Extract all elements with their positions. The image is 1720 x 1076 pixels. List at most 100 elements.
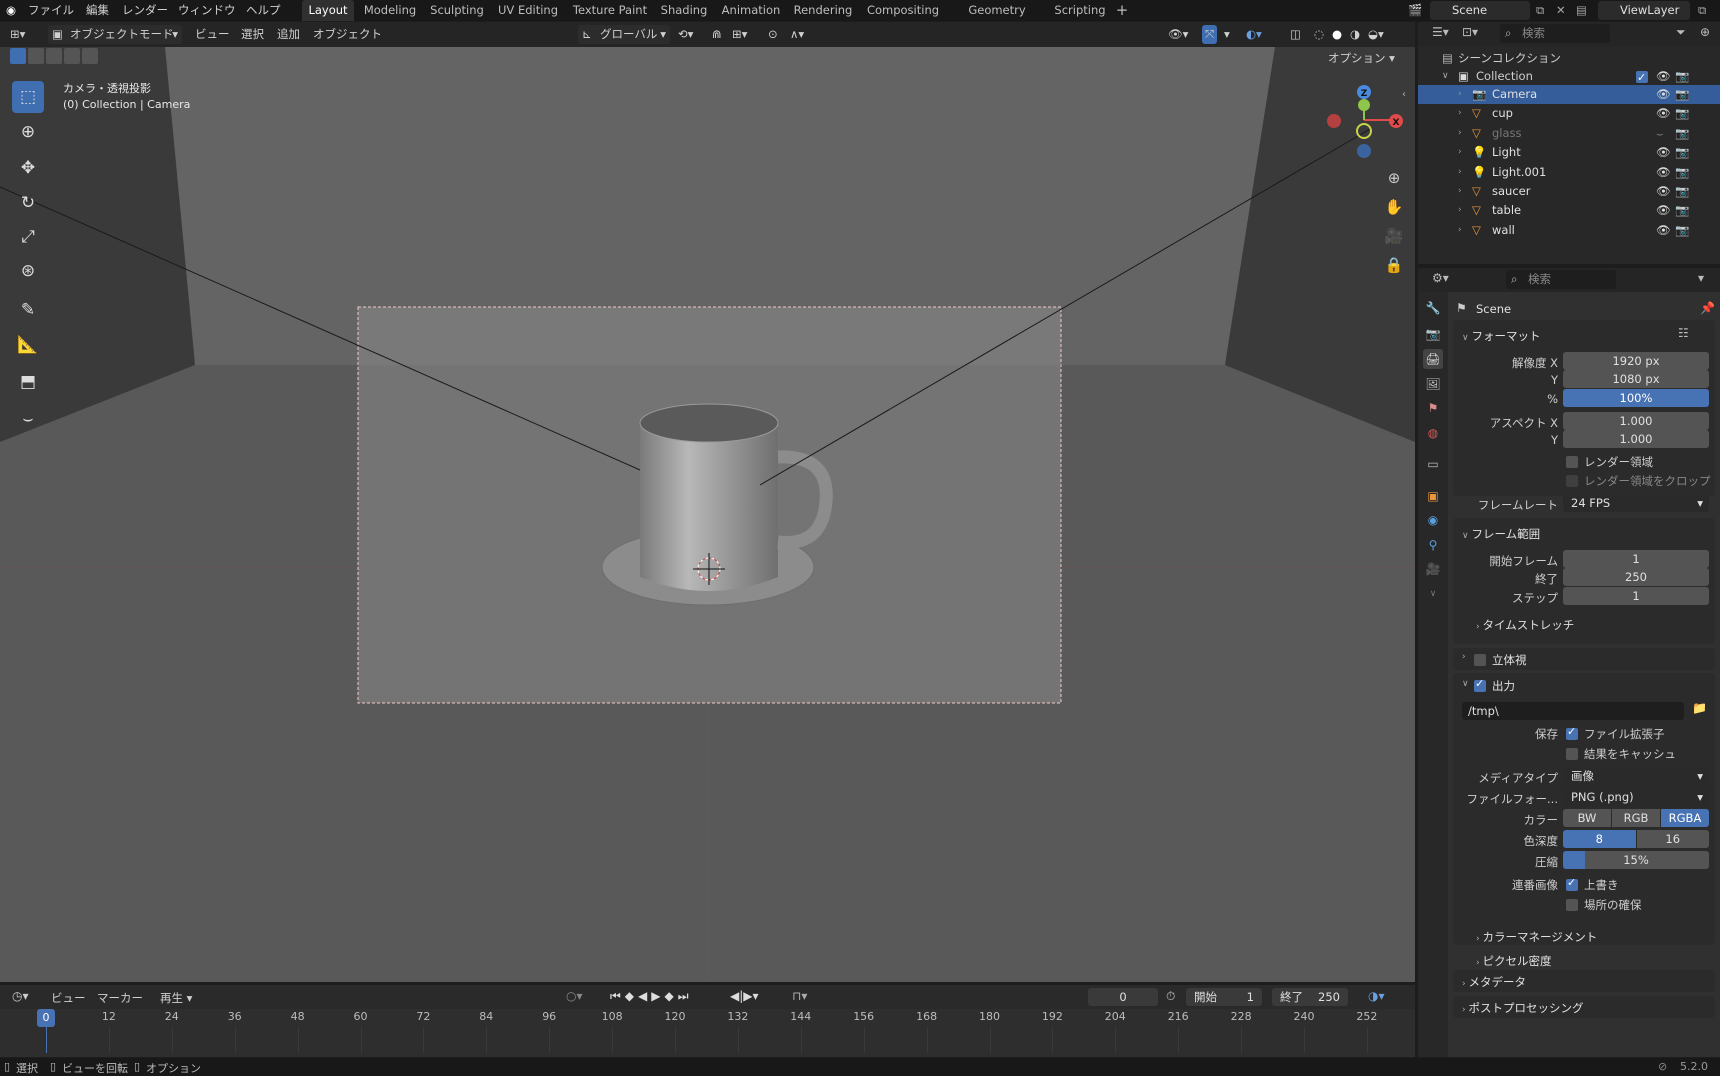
snap-icon[interactable]: ⋒: [712, 25, 722, 44]
menu-render[interactable]: レンダー: [122, 0, 168, 21]
camera-render-icon[interactable]: 📷: [1675, 104, 1689, 123]
scene-tab-icon[interactable]: ⚑: [1423, 398, 1443, 418]
camera-render-icon[interactable]: 📷: [1675, 124, 1689, 143]
aspect-y-field[interactable]: 1.000: [1563, 430, 1709, 448]
expand-icon[interactable]: ›: [1462, 652, 1466, 662]
camera-render-icon[interactable]: 📷: [1675, 221, 1689, 240]
format-panel-header[interactable]: ∨ フォーマット: [1462, 328, 1540, 344]
eye-icon[interactable]: 👁: [1656, 182, 1671, 201]
outliner-item-cup[interactable]: › ▽ cup 👁 📷: [1418, 104, 1720, 123]
menu-view[interactable]: ビュー: [195, 25, 230, 44]
view-layer-icon[interactable]: ▤: [1576, 0, 1587, 21]
tab-uv-editing[interactable]: UV Editing: [495, 0, 561, 21]
scene-collection-row[interactable]: ▤ シーンコレクション: [1418, 49, 1720, 68]
resolution-percent-slider[interactable]: 100%: [1563, 389, 1709, 407]
camera-render-icon[interactable]: 📷: [1675, 201, 1689, 220]
expand-icon[interactable]: ∨: [1462, 679, 1469, 689]
auto-keying-icon[interactable]: ⊓▾: [792, 989, 807, 1003]
tab-rendering[interactable]: Rendering: [792, 0, 854, 21]
presets-icon[interactable]: ☷: [1678, 326, 1689, 340]
output-checkbox[interactable]: [1474, 677, 1486, 692]
pan-hand-icon[interactable]: ✋: [1381, 194, 1407, 220]
post-processing-panel-header[interactable]: › ポストプロセッシング: [1462, 1000, 1583, 1016]
folder-icon[interactable]: 📁: [1692, 701, 1707, 715]
pivot-icon[interactable]: ⟲▾: [678, 25, 693, 44]
add-cube-tool-icon[interactable]: ⬒: [12, 366, 44, 398]
physics-tab-icon[interactable]: ◉: [1423, 510, 1443, 530]
render-tab-icon[interactable]: 📷: [1423, 324, 1443, 344]
select-difference-icon[interactable]: [64, 48, 80, 64]
tab-compositing[interactable]: Compositing: [862, 0, 944, 21]
outliner-item-table[interactable]: › ▽ table 👁 📷: [1418, 201, 1720, 220]
snap-target-icon[interactable]: ⊞▾: [732, 25, 747, 44]
placeholders-checkbox[interactable]: [1566, 899, 1578, 911]
frame-start-field[interactable]: 1: [1563, 550, 1709, 568]
eye-icon[interactable]: 👁: [1656, 221, 1671, 240]
depth-8-button[interactable]: 8: [1563, 830, 1636, 848]
expand-icon[interactable]: ∨: [1442, 67, 1449, 86]
tab-scripting[interactable]: Scripting: [1052, 0, 1108, 21]
scale-tool-icon[interactable]: ⤢: [12, 221, 44, 253]
solid-shading-icon[interactable]: ●: [1332, 25, 1342, 44]
expand-icon[interactable]: ›: [1458, 221, 1462, 240]
view-layer-field[interactable]: ViewLayer: [1598, 1, 1690, 20]
options-dropdown[interactable]: オプション ▾: [1328, 49, 1395, 67]
wireframe-shading-icon[interactable]: ◌: [1314, 25, 1324, 44]
output-tab-icon[interactable]: 🖨: [1423, 349, 1443, 369]
crop-region-checkbox[interactable]: [1566, 475, 1578, 487]
annotate-tool-icon[interactable]: ✎: [12, 294, 44, 326]
frame-rate-dropdown[interactable]: 24 FPS ▾: [1563, 494, 1709, 512]
curve-tool-icon[interactable]: ⌣: [12, 403, 44, 435]
stopwatch-icon[interactable]: ⏱: [1166, 989, 1175, 1004]
camera-render-icon[interactable]: 📷: [1675, 67, 1689, 86]
output-path-field[interactable]: /tmp\: [1462, 702, 1684, 720]
collection-exclude-checkbox[interactable]: [1636, 68, 1648, 87]
add-workspace-icon[interactable]: +: [1112, 0, 1132, 21]
color-rgb-button[interactable]: RGB: [1612, 809, 1660, 827]
display-mode-icon[interactable]: ☰▾: [1432, 25, 1449, 39]
collection-row[interactable]: ∨ ▣ Collection 👁 📷: [1418, 67, 1720, 87]
sidebar-toggle-icon[interactable]: ‹: [1402, 89, 1406, 100]
eye-icon[interactable]: 👁: [1656, 163, 1671, 182]
eye-icon[interactable]: 👁: [1656, 201, 1671, 220]
stereo-checkbox[interactable]: [1474, 654, 1486, 666]
constraints-tab-icon[interactable]: ⚲: [1423, 535, 1443, 555]
media-type-dropdown[interactable]: 画像 ▾: [1563, 767, 1709, 785]
eye-icon[interactable]: 👁: [1656, 67, 1671, 86]
filter-icon[interactable]: ⊡▾: [1462, 25, 1478, 39]
falloff-icon[interactable]: ∧▾: [790, 25, 804, 44]
outliner-item-glass[interactable]: › ▽ glass ⌣ 📷: [1418, 124, 1720, 143]
overwrite-checkbox[interactable]: [1566, 876, 1578, 891]
time-stretch-subpanel[interactable]: › タイムストレッチ: [1476, 617, 1574, 633]
chevron-down-icon[interactable]: ▾: [1224, 25, 1230, 44]
outliner-item-camera[interactable]: › 📷 Camera 👁 📷: [1418, 85, 1720, 104]
tab-layout[interactable]: Layout: [302, 0, 354, 21]
rotate-tool-icon[interactable]: ↻: [12, 187, 44, 219]
overlay-toggle-icon[interactable]: ◐▾: [1246, 25, 1262, 44]
color-rgba-button[interactable]: RGBA: [1661, 809, 1709, 827]
new-view-layer-icon[interactable]: ⧉: [1698, 0, 1706, 21]
keyframe-nav-icon[interactable]: ◀|▶▾: [730, 989, 759, 1003]
camera-view-icon[interactable]: 🎥: [1381, 223, 1407, 249]
outliner-item-wall[interactable]: › ▽ wall 👁 📷: [1418, 221, 1720, 240]
sync-icon[interactable]: ◑▾: [1368, 989, 1385, 1003]
frame-end-field[interactable]: 250: [1563, 568, 1709, 586]
visibility-icon[interactable]: 👁▾: [1168, 25, 1188, 44]
tool-tab-icon[interactable]: 🔧: [1423, 298, 1443, 318]
mode-dropdown[interactable]: ▣ オブジェクトモード ▾: [48, 25, 182, 44]
gizmo-toggle-icon[interactable]: ⤧: [1202, 25, 1218, 44]
scene-selector-icon[interactable]: 🎬: [1408, 0, 1422, 21]
start-frame-field[interactable]: 開始 1: [1186, 988, 1262, 1006]
resolution-y-field[interactable]: 1080 px: [1563, 370, 1709, 388]
color-bw-button[interactable]: BW: [1563, 809, 1611, 827]
tab-animation[interactable]: Animation: [716, 0, 786, 21]
world-tab-icon[interactable]: ◍: [1423, 423, 1443, 443]
xray-toggle-icon[interactable]: ◫: [1290, 25, 1301, 44]
tab-texture-paint[interactable]: Texture Paint: [568, 0, 652, 21]
camera-render-icon[interactable]: 📷: [1675, 182, 1689, 201]
pin-icon[interactable]: 📌: [1700, 301, 1715, 315]
current-frame-field[interactable]: 0: [1088, 988, 1158, 1006]
expand-icon[interactable]: ›: [1458, 104, 1462, 123]
object-data-tab-icon[interactable]: 🎥: [1423, 559, 1443, 579]
orientation-dropdown[interactable]: ⊾ グローバル ▾: [578, 25, 670, 44]
